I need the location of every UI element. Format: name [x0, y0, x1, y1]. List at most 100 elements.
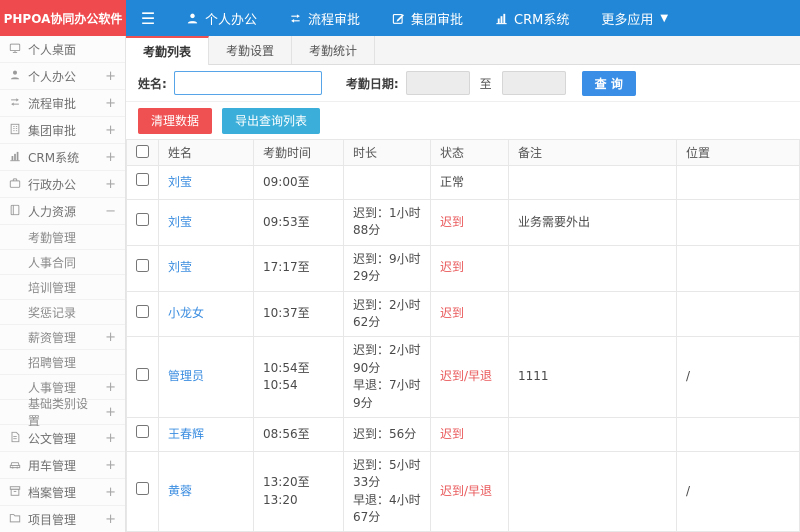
row-checkbox[interactable]	[136, 213, 149, 227]
attendance-time-cell: 10:37至	[253, 290, 344, 338]
status-cell: 迟到	[430, 199, 509, 246]
sidebar: 个人桌面 个人办公 + 流程审批 + 集团审批 + CRM系统 + 行政办公 +…	[0, 36, 126, 532]
attendance-time-cell: 10:54至10:54	[253, 336, 344, 418]
sidebar-item-hr-contract[interactable]: 人事合同	[0, 250, 125, 275]
tab-attendance-settings[interactable]: 考勤设置	[209, 36, 293, 64]
nav-crm-system[interactable]: CRM系统	[479, 0, 585, 36]
row-checkbox[interactable]	[136, 173, 149, 187]
book-icon	[9, 204, 21, 219]
user-icon	[9, 69, 21, 84]
duration-cell: 迟到：2小时90分 早退：7小时9分	[343, 336, 431, 418]
top-bar: PHPOA协同办公软件 ☰ 个人办公 流程审批 集团审批 CRM系统 更多应用 …	[0, 0, 800, 36]
tab-bar: 考勤列表 考勤设置 考勤统计	[126, 36, 800, 65]
table-row: 黄蓉 13:20至13:20 迟到：5小时33分 早退：4小时67分 迟到/早退 …	[126, 450, 800, 532]
table-row: 管理员 10:54至10:54 迟到：2小时90分 早退：7小时9分 迟到/早退 …	[126, 336, 800, 418]
sidebar-item-workflow-approval[interactable]: 流程审批 +	[0, 90, 125, 117]
sidebar-item-human-resources[interactable]: 人力资源 −	[0, 198, 125, 225]
sidebar-item-vehicle-mgmt[interactable]: 用车管理 +	[0, 452, 125, 479]
sidebar-item-project-mgmt[interactable]: 项目管理 +	[0, 506, 125, 532]
sidebar-item-admin-office[interactable]: 行政办公 +	[0, 171, 125, 198]
date-from-input[interactable]	[405, 71, 470, 95]
building-icon	[9, 123, 21, 138]
table-row: 刘莹 17:17至 迟到：9小时29分 迟到	[126, 244, 800, 292]
note-cell	[508, 165, 677, 200]
location-cell	[676, 199, 800, 246]
nav-more-apps[interactable]: 更多应用 ▼	[585, 0, 684, 36]
employee-name-link[interactable]: 管理员	[168, 369, 204, 383]
note-cell: 1111	[508, 336, 677, 418]
top-nav: 个人办公 流程审批 集团审批 CRM系统 更多应用 ▼	[170, 0, 684, 36]
status-cell: 迟到	[430, 416, 509, 452]
row-checkbox[interactable]	[136, 482, 149, 496]
sidebar-item-archive-mgmt[interactable]: 档案管理 +	[0, 479, 125, 506]
location-cell	[676, 290, 800, 338]
date-to-label: 至	[479, 76, 492, 91]
date-to-input[interactable]	[501, 71, 566, 95]
briefcase-icon	[9, 177, 21, 192]
sidebar-item-reward-records[interactable]: 奖惩记录	[0, 300, 125, 325]
table-row: 王春辉 08:56至 迟到：56分 迟到	[126, 416, 800, 452]
location-cell: /	[676, 336, 800, 418]
attendance-time-cell: 09:53至	[253, 199, 344, 246]
sidebar-item-recruit-mgmt[interactable]: 招聘管理	[0, 350, 125, 375]
note-cell: 业务需要外出	[508, 199, 677, 246]
archive-icon	[9, 485, 21, 500]
name-filter-label: 姓名:	[138, 76, 167, 91]
row-checkbox[interactable]	[136, 425, 149, 439]
employee-name-link[interactable]: 刘莹	[168, 260, 192, 274]
sidebar-item-crm-system[interactable]: CRM系统 +	[0, 144, 125, 171]
tab-attendance-stats[interactable]: 考勤统计	[292, 36, 376, 64]
sidebar-item-personal-office[interactable]: 个人办公 +	[0, 63, 125, 90]
user-icon	[186, 12, 199, 25]
status-cell: 迟到	[430, 244, 509, 292]
search-button[interactable]: 查 询	[581, 70, 636, 96]
export-list-button[interactable]: 导出查询列表	[222, 107, 321, 134]
action-bar: 清理数据 导出查询列表	[126, 102, 800, 139]
attendance-time-cell: 08:56至	[253, 416, 344, 452]
col-header-location: 位置	[676, 139, 800, 166]
flow-icon	[289, 12, 302, 25]
table-row: 刘莹 09:53至 迟到：1小时88分 迟到 业务需要外出	[126, 199, 800, 246]
sidebar-item-salary-mgmt[interactable]: 薪资管理 +	[0, 325, 125, 350]
sidebar-item-training-mgmt[interactable]: 培训管理	[0, 275, 125, 300]
employee-name-link[interactable]: 刘莹	[168, 215, 192, 229]
sidebar-item-base-category-settings[interactable]: 基础类别设置 +	[0, 397, 125, 428]
table-row: 刘莹 09:00至 正常	[126, 165, 800, 200]
status-cell: 正常	[430, 165, 509, 200]
menu-toggle-icon[interactable]: ☰	[126, 0, 170, 36]
duration-cell	[343, 165, 431, 200]
duration-cell: 迟到：5小时33分 早退：4小时67分	[343, 450, 431, 532]
table-header-row: 姓名 考勤时间 时长 状态 备注 位置	[126, 139, 800, 166]
employee-name-link[interactable]: 刘莹	[168, 175, 192, 189]
edit-icon	[392, 12, 405, 25]
nav-personal-office[interactable]: 个人办公	[170, 0, 273, 36]
sidebar-item-group-approval[interactable]: 集团审批 +	[0, 117, 125, 144]
folder-icon	[9, 512, 21, 527]
nav-group-approval[interactable]: 集团审批	[376, 0, 479, 36]
row-checkbox[interactable]	[136, 367, 149, 381]
note-cell	[508, 290, 677, 338]
employee-name-link[interactable]: 小龙女	[168, 306, 204, 320]
chart-icon	[9, 150, 21, 165]
filter-bar: 姓名: 考勤日期: 至 查 询	[126, 65, 800, 102]
tab-attendance-list[interactable]: 考勤列表	[126, 36, 210, 65]
note-cell	[508, 416, 677, 452]
desktop-icon	[9, 42, 21, 57]
employee-name-link[interactable]: 黄蓉	[168, 484, 192, 498]
car-icon	[9, 458, 21, 473]
sidebar-item-attendance-mgmt[interactable]: 考勤管理	[0, 225, 125, 250]
sidebar-item-personal-desktop[interactable]: 个人桌面	[0, 36, 125, 63]
table-row: 小龙女 10:37至 迟到：2小时62分 迟到	[126, 290, 800, 338]
clean-data-button[interactable]: 清理数据	[138, 107, 213, 134]
duration-cell: 迟到：56分	[343, 416, 431, 452]
employee-name-link[interactable]: 王春辉	[168, 427, 204, 441]
name-filter-input[interactable]	[173, 71, 322, 95]
duration-cell: 迟到：9小时29分	[343, 244, 431, 292]
row-checkbox[interactable]	[136, 258, 149, 272]
sidebar-item-document-mgmt[interactable]: 公文管理 +	[0, 425, 125, 452]
flow-icon	[9, 96, 21, 111]
select-all-checkbox[interactable]	[136, 144, 149, 158]
status-cell: 迟到	[430, 290, 509, 338]
nav-workflow-approval[interactable]: 流程审批	[273, 0, 376, 36]
row-checkbox[interactable]	[136, 304, 149, 318]
